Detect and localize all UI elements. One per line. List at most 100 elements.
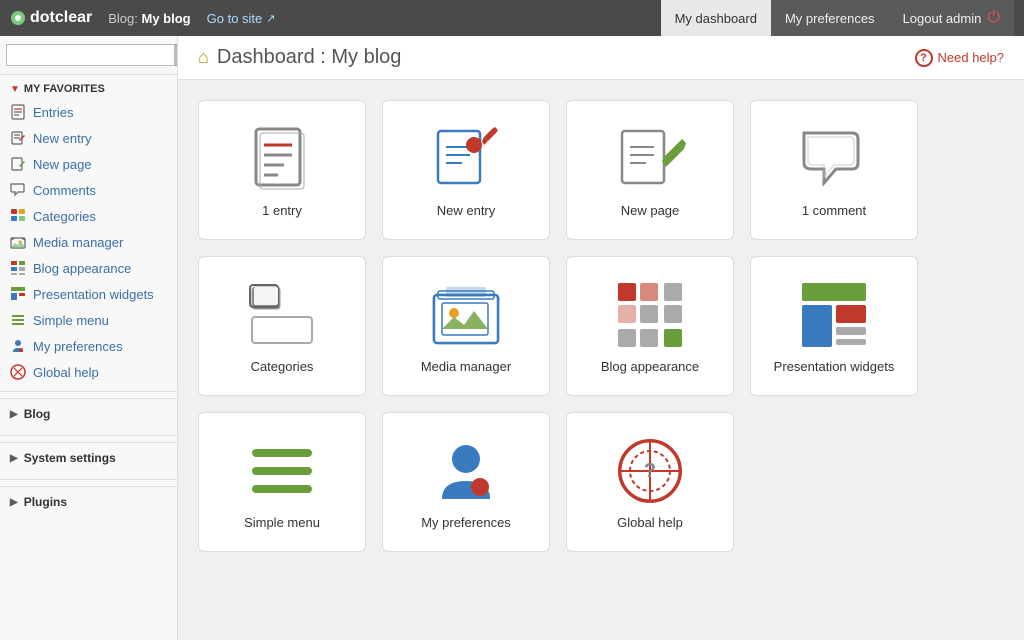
sidebar-collapse-button[interactable]: ‹ [177, 318, 178, 358]
my-dashboard-button[interactable]: My dashboard [661, 0, 771, 36]
power-icon: ⏻ [987, 9, 1000, 27]
main-layout: Ok ‹ ▼ My favorites Entries [0, 36, 1024, 640]
my-preferences-button[interactable]: My preferences [771, 0, 889, 36]
card-blog-appearance[interactable]: Blog appearance [566, 256, 734, 396]
page-title: Dashboard : My blog [217, 46, 402, 69]
card-new-entry-label: New entry [437, 203, 496, 218]
media-manager-label: Media manager [33, 235, 123, 250]
presentation-widgets-label: Presentation widgets [33, 287, 154, 302]
card-media-manager-icon [430, 279, 502, 351]
system-settings-arrow-icon: ▶ [10, 453, 18, 464]
card-entries-label: 1 entry [262, 203, 302, 218]
card-simple-menu-icon [246, 435, 318, 507]
categories-icon [10, 208, 26, 224]
search-button[interactable]: Ok [175, 44, 178, 66]
logout-label: Logout admin [903, 11, 982, 26]
grid-row-2: Categories [198, 256, 1004, 396]
dashboard-grid: 1 entry N [178, 80, 1024, 572]
svg-text:?: ? [644, 460, 656, 482]
sidebar-item-my-preferences[interactable]: My preferences [0, 333, 177, 359]
card-entries[interactable]: 1 entry [198, 100, 366, 240]
blog-prefix: Blog: [108, 11, 138, 26]
sidebar-item-comments[interactable]: Comments [0, 177, 177, 203]
logout-button[interactable]: Logout admin ⏻ [889, 0, 1014, 36]
card-my-preferences[interactable]: My preferences [382, 412, 550, 552]
section-arrow-icon: ▼ [10, 84, 20, 95]
sidebar-item-media-manager[interactable]: Media manager [0, 229, 177, 255]
sidebar-system-settings-section[interactable]: ▶ System settings [0, 442, 177, 473]
sidebar-item-simple-menu[interactable]: Simple menu [0, 307, 177, 333]
home-icon: ⌂ [198, 47, 209, 68]
my-favorites-section: ▼ My favorites [0, 75, 177, 99]
simple-menu-icon [10, 312, 26, 328]
help-circle-icon: ? [915, 49, 933, 67]
logo-text: dotclear [30, 9, 92, 27]
new-page-label: New page [33, 157, 92, 172]
my-favorites-title: My favorites [24, 83, 105, 95]
blog-section-label: Blog [24, 407, 51, 421]
sidebar-blog-section[interactable]: ▶ Blog [0, 398, 177, 429]
card-global-help-label: Global help [617, 515, 683, 530]
goto-site-label: Go to site [207, 11, 263, 26]
card-new-entry[interactable]: New entry [382, 100, 550, 240]
need-help-link[interactable]: ? Need help? [915, 49, 1005, 67]
sidebar-item-entries[interactable]: Entries [0, 99, 177, 125]
card-new-entry-icon [430, 123, 502, 195]
blog-section-arrow-icon: ▶ [10, 409, 18, 420]
content-header: ⌂ Dashboard : My blog ? Need help? [178, 36, 1024, 80]
sidebar-item-new-page[interactable]: New page [0, 151, 177, 177]
card-categories-icon [246, 279, 318, 351]
sidebar-item-presentation-widgets[interactable]: Presentation widgets [0, 281, 177, 307]
presentation-widgets-icon [10, 286, 26, 302]
content-area: ⌂ Dashboard : My blog ? Need help? [178, 36, 1024, 640]
system-settings-label: System settings [24, 451, 116, 465]
card-blog-appearance-label: Blog appearance [601, 359, 699, 374]
card-media-manager[interactable]: Media manager [382, 256, 550, 396]
plugins-arrow-icon: ▶ [10, 497, 18, 508]
sidebar: Ok ‹ ▼ My favorites Entries [0, 36, 178, 640]
card-entries-icon [246, 123, 318, 195]
grid-row-3: Simple menu My preferences [198, 412, 1004, 552]
simple-menu-label: Simple menu [33, 313, 109, 328]
new-entry-label: New entry [33, 131, 92, 146]
card-media-manager-label: Media manager [421, 359, 511, 374]
card-simple-menu[interactable]: Simple menu [198, 412, 366, 552]
media-manager-icon [10, 234, 26, 250]
logo: dotclear [10, 9, 92, 27]
card-comments[interactable]: 1 comment [750, 100, 918, 240]
sidebar-divider-2 [0, 435, 177, 436]
sidebar-item-global-help[interactable]: Global help [0, 359, 177, 385]
global-help-label: Global help [33, 365, 99, 380]
sidebar-plugins-section[interactable]: ▶ Plugins [0, 486, 177, 517]
card-presentation-widgets[interactable]: Presentation widgets [750, 256, 918, 396]
sidebar-item-new-entry[interactable]: New entry [0, 125, 177, 151]
page-title-area: ⌂ Dashboard : My blog [198, 46, 401, 69]
search-input[interactable] [6, 44, 175, 66]
my-preferences-label: My preferences [33, 339, 123, 354]
sidebar-item-categories[interactable]: Categories [0, 203, 177, 229]
comments-icon [10, 182, 26, 198]
card-global-help[interactable]: ? Global help [566, 412, 734, 552]
new-page-icon [10, 156, 26, 172]
topbar: dotclear Blog: My blog Go to site ↗ My d… [0, 0, 1024, 36]
sidebar-divider-3 [0, 479, 177, 480]
global-help-icon [10, 364, 26, 380]
my-preferences-icon [10, 338, 26, 354]
card-categories[interactable]: Categories [198, 256, 366, 396]
sidebar-item-blog-appearance[interactable]: Blog appearance [0, 255, 177, 281]
entries-label: Entries [33, 105, 73, 120]
card-presentation-widgets-icon [798, 279, 870, 351]
card-presentation-widgets-label: Presentation widgets [774, 359, 895, 374]
comments-label: Comments [33, 183, 96, 198]
card-new-page[interactable]: New page [566, 100, 734, 240]
entries-icon [10, 104, 26, 120]
card-comments-label: 1 comment [802, 203, 866, 218]
card-new-page-label: New page [621, 203, 680, 218]
goto-site-link[interactable]: Go to site ↗ [207, 11, 276, 26]
plugins-label: Plugins [24, 495, 67, 509]
blog-name: My blog [142, 11, 191, 26]
card-my-preferences-label: My preferences [421, 515, 511, 530]
blog-label: Blog: My blog [108, 11, 190, 26]
card-my-preferences-icon [430, 435, 502, 507]
grid-row-1: 1 entry N [198, 100, 1004, 240]
